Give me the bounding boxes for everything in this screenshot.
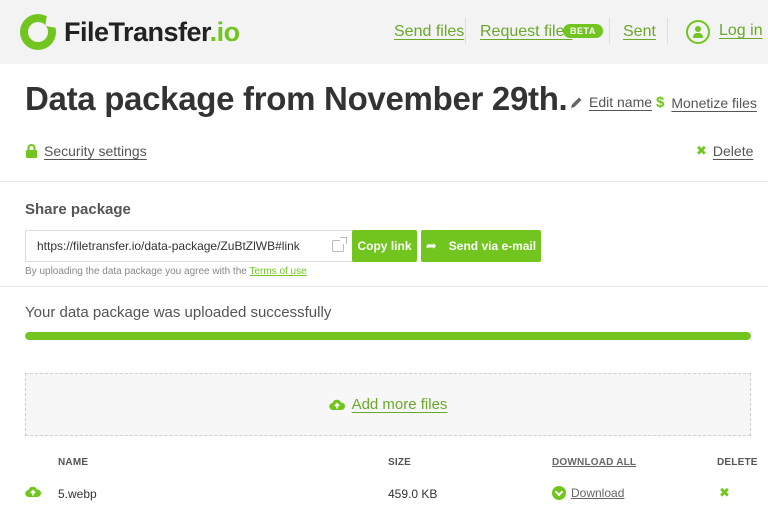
share-link-input[interactable] — [26, 239, 316, 253]
download-file-button[interactable]: Download — [552, 486, 624, 500]
beta-badge: BETA — [563, 24, 603, 38]
security-settings-label: Security settings — [44, 143, 147, 159]
file-size: 459.0 KB — [388, 487, 438, 501]
column-header-size: SIZE — [388, 457, 412, 468]
external-link-icon[interactable] — [332, 237, 347, 252]
share-link-field — [25, 230, 353, 262]
cloud-upload-icon — [328, 399, 345, 410]
add-more-files-button[interactable]: Add more files — [328, 396, 448, 413]
cloud-upload-icon — [25, 486, 41, 498]
terms-of-use-link[interactable]: Terms of use — [249, 266, 306, 277]
page-title: Data package from November 29th. — [25, 80, 568, 117]
divider — [0, 181, 768, 182]
share-arrow-icon: ➦ — [425, 238, 437, 253]
upload-status-text: Your data package was uploaded successfu… — [25, 304, 332, 321]
logo-text-accent: .io — [209, 16, 241, 47]
monetize-files-label: Monetize files — [671, 94, 757, 111]
lock-icon — [26, 143, 37, 158]
dollar-icon: $ — [656, 94, 665, 111]
terms-notice: By uploading the data package you agree … — [25, 266, 307, 277]
download-circle-icon — [552, 486, 566, 500]
delete-package-button[interactable]: ✖ Delete — [696, 143, 753, 159]
nav-request-files[interactable]: Request files — [480, 23, 573, 41]
add-more-files-label: Add more files — [351, 396, 448, 413]
nav-sent[interactable]: Sent — [623, 23, 656, 41]
nav-divider — [667, 18, 668, 44]
filetransfer-logo-icon — [20, 14, 58, 50]
nav-divider — [609, 18, 610, 44]
file-name: 5.webp — [58, 487, 97, 501]
top-header: FileTransfer.io Send files Request files… — [0, 0, 768, 64]
security-settings-button[interactable]: Security settings — [25, 143, 147, 159]
login-link[interactable]: Log in — [719, 22, 763, 40]
close-x-icon: ✖ — [696, 143, 707, 158]
delete-file-button[interactable]: ✖ — [719, 485, 730, 501]
delete-package-label: Delete — [712, 143, 754, 159]
share-package-heading: Share package — [25, 201, 131, 218]
logo-text-main: FileTransfer — [64, 16, 210, 47]
upload-progress-fill — [25, 332, 751, 340]
copy-link-button[interactable]: Copy link — [352, 230, 417, 262]
terms-prefix: By uploading the data package you agree … — [25, 266, 250, 277]
upload-progress-bar — [25, 332, 751, 340]
download-file-label: Download — [571, 486, 625, 500]
column-header-delete: DELETE — [717, 457, 758, 468]
monetize-files-button[interactable]: $ Monetize files — [656, 94, 757, 111]
user-circle-icon[interactable] — [686, 20, 710, 44]
download-all-link[interactable]: DOWNLOAD ALL — [552, 457, 636, 468]
pencil-icon — [571, 97, 582, 108]
send-via-email-button[interactable]: ➦ Send via e-mail — [421, 230, 541, 262]
file-dropzone[interactable]: Add more files — [25, 373, 751, 436]
nav-divider — [465, 18, 466, 44]
logo-text: FileTransfer.io — [64, 17, 240, 48]
column-header-name: NAME — [58, 457, 89, 468]
logo[interactable]: FileTransfer.io — [20, 14, 240, 50]
edit-name-label: Edit name — [589, 94, 653, 110]
nav-send-files[interactable]: Send files — [394, 23, 464, 41]
divider — [0, 286, 768, 287]
edit-name-button[interactable]: Edit name — [570, 94, 652, 110]
send-via-email-label: Send via e-mail — [448, 239, 537, 253]
